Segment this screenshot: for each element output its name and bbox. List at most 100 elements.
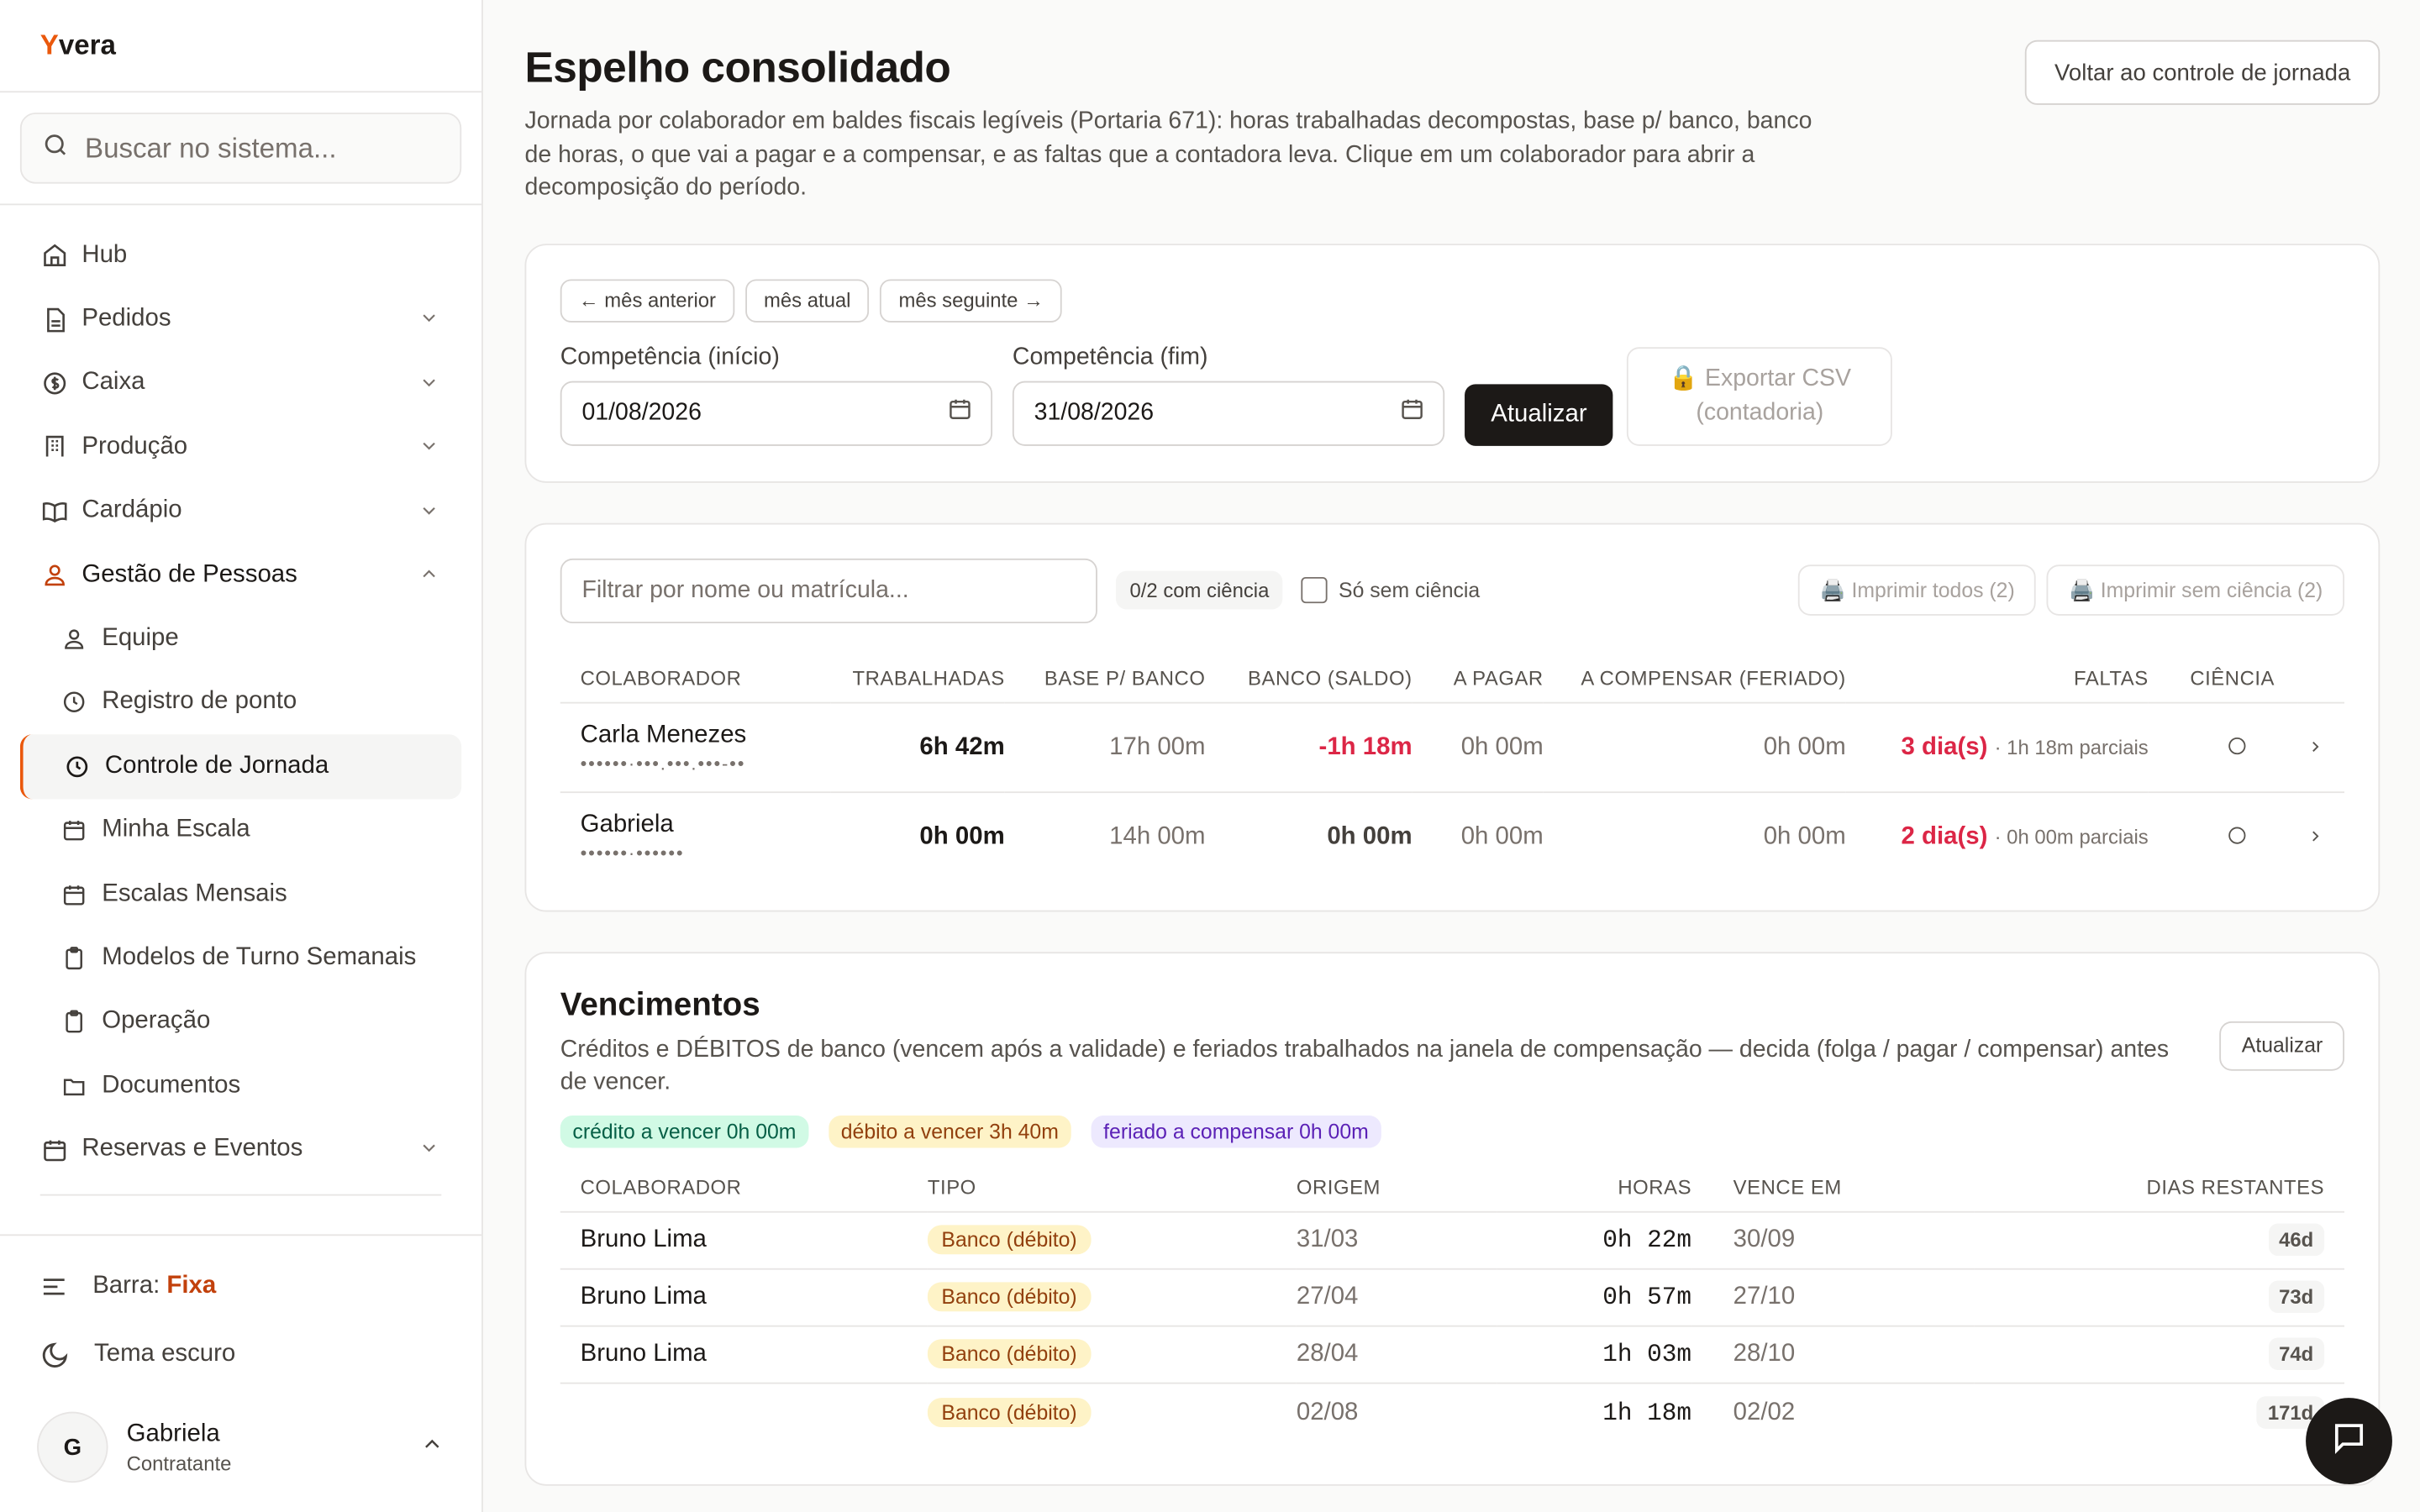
col-header[interactable]: VENCE EM	[1691, 1157, 1973, 1212]
col-header-empty	[2298, 644, 2344, 703]
checkbox-box[interactable]	[1301, 577, 1328, 604]
col-header[interactable]: ORIGEM	[1297, 1157, 1497, 1212]
nav-item-caixa[interactable]: Caixa	[20, 351, 461, 415]
base-hours: 17h 00m	[1004, 702, 1206, 793]
only-unacked-checkbox[interactable]: Só sem ciência	[1301, 577, 1480, 604]
nav-item-gestao-pessoas[interactable]: Gestão de Pessoas	[20, 543, 461, 606]
col-header[interactable]: TRABALHADAS	[830, 644, 1005, 703]
hours: 1h 18m	[1497, 1383, 1692, 1441]
col-header[interactable]: A COMPENSAR (FERIADO)	[1544, 644, 1846, 703]
current-month-button[interactable]: mês atual	[744, 279, 870, 323]
table-row[interactable]: Bruno Lima Banco (débito) 28/04 1h 03m 2…	[560, 1326, 2345, 1384]
nav-item-cardapio[interactable]: Cardápio	[20, 479, 461, 543]
absences: 2 dia(s)	[1901, 823, 1988, 851]
chat-button[interactable]	[2306, 1398, 2392, 1484]
nav-divider	[39, 1194, 442, 1196]
sidebar-item-equipe[interactable]: Equipe	[20, 606, 461, 670]
start-date-value: 01/08/2026	[581, 399, 702, 426]
theme-toggle[interactable]: Tema escuro	[0, 1320, 481, 1389]
origin-date: 02/08	[1296, 1383, 1497, 1441]
base-hours: 14h 00m	[1004, 791, 1206, 883]
sidebar-item-documentos[interactable]: Documentos	[20, 1054, 461, 1118]
nav-item-producao[interactable]: Produção	[20, 415, 461, 479]
col-header[interactable]: BASE P/ BANCO	[1005, 644, 1206, 703]
table-row[interactable]: Carla Menezes ••••••·•••.•••.•••-•• 6h 42…	[560, 702, 2345, 793]
calendar-icon	[60, 816, 88, 844]
calendar-icon	[40, 1136, 68, 1163]
employees-table: COLABORADOR TRABALHADAS BASE P/ BANCO BA…	[560, 644, 2345, 883]
ack-count-badge: 0/2 com ciência	[1115, 571, 1283, 611]
sidebar-item-escalas-mensais[interactable]: Escalas Mensais	[20, 863, 461, 927]
brand-logo[interactable]: Yvera	[0, 0, 482, 93]
bar-mode-toggle[interactable]: Barra: Fixa	[0, 1252, 481, 1320]
sidebar-item-minha-escala[interactable]: Minha Escala	[20, 799, 461, 863]
end-date-input[interactable]: 31/08/2026	[1012, 381, 1445, 446]
expirations-update-button[interactable]: Atualizar	[2220, 1021, 2345, 1071]
end-date-value: 31/08/2026	[1034, 399, 1155, 426]
col-header[interactable]: FALTAS	[1846, 644, 2149, 703]
col-header[interactable]: CIÊNCIA	[2149, 644, 2298, 703]
chevron-right-icon[interactable]	[2297, 791, 2345, 883]
col-header[interactable]: TIPO	[928, 1157, 1297, 1212]
table-row[interactable]: Gabriela ••••••·•••••• 0h 00m 14h 00m 0h …	[560, 791, 2345, 883]
table-row[interactable]: Bruno Lima Banco (débito) 27/04 0h 57m 2…	[560, 1268, 2345, 1327]
col-header[interactable]: BANCO (SALDO)	[1205, 644, 1412, 703]
employee-name: Bruno Lima	[560, 1326, 928, 1384]
employee-id: ••••••·•••.•••.•••-••	[580, 752, 746, 774]
back-to-journey-button[interactable]: Voltar ao controle de jornada	[2025, 39, 2381, 105]
print-unacked-button[interactable]: 🖨️ Imprimir sem ciência (2)	[2047, 564, 2345, 617]
table-row[interactable]: Banco (débito) 02/08 1h 18m 02/02 171d	[560, 1383, 2345, 1441]
sidebar-item-controle-jornada[interactable]: Controle de Jornada	[19, 734, 462, 799]
sidebar-item-registro-ponto[interactable]: Registro de ponto	[20, 670, 461, 734]
next-month-button[interactable]: mês seguinte →	[880, 279, 1063, 323]
type-badge: Banco (débito)	[927, 1340, 1092, 1370]
col-header[interactable]: A PAGAR	[1413, 644, 1544, 703]
user-menu[interactable]: G Gabriela Contratante	[0, 1401, 481, 1494]
hours: 0h 57m	[1497, 1268, 1692, 1327]
employee-name	[560, 1383, 928, 1441]
nav-label: Cardápio	[82, 496, 182, 524]
nav-item-hub[interactable]: Hub	[20, 223, 461, 287]
calendar-icon	[60, 880, 88, 908]
user-name: Gabriela	[126, 1420, 220, 1446]
clock-icon	[63, 753, 91, 780]
calendar-icon[interactable]	[1400, 397, 1424, 430]
nav-label: Registro de ponto	[102, 688, 297, 716]
to-pay: 0h 00m	[1412, 791, 1544, 883]
nav-label: Escalas Mensais	[102, 880, 287, 907]
col-header[interactable]: COLABORADOR	[560, 644, 830, 703]
chevron-right-icon[interactable]	[2297, 702, 2345, 793]
sidebar-footer: Barra: Fixa Tema escuro G Gabriela Contra…	[0, 1234, 482, 1512]
avatar: G	[37, 1411, 108, 1483]
calendar-icon[interactable]	[948, 397, 972, 430]
col-header[interactable]: COLABORADOR	[560, 1157, 928, 1212]
expirations-title: Vencimentos	[560, 987, 760, 1023]
holiday-tag: feriado a compensar 0h 00m	[1091, 1115, 1381, 1148]
start-date-input[interactable]: 01/08/2026	[560, 381, 993, 446]
building-icon	[40, 433, 68, 461]
folder-icon	[60, 1072, 88, 1100]
bank-balance: -1h 18m	[1205, 702, 1413, 793]
employee-filter-input[interactable]: Filtrar por nome ou matrícula...	[560, 558, 1097, 623]
sidebar-item-modelos-turno[interactable]: Modelos de Turno Semanais	[20, 927, 461, 990]
nav-item-pedidos[interactable]: Pedidos	[20, 287, 461, 351]
worked-hours: 6h 42m	[830, 702, 1005, 793]
start-date-label: Competência (início)	[560, 344, 780, 370]
nav-item-reservas-eventos[interactable]: Reservas e Eventos	[20, 1118, 461, 1182]
update-button[interactable]: Atualizar	[1465, 383, 1613, 446]
col-header[interactable]: DIAS RESTANTES	[1973, 1157, 2344, 1212]
col-header[interactable]: HORAS	[1497, 1157, 1691, 1212]
nav-label: Controle de Jornada	[104, 752, 329, 780]
nav-label: Reservas e Eventos	[82, 1136, 303, 1163]
employee-name: Bruno Lima	[560, 1211, 928, 1270]
due-date: 02/02	[1691, 1383, 1974, 1441]
sidebar-item-operacao[interactable]: Operação	[20, 990, 461, 1054]
chevron-down-icon	[418, 1138, 440, 1168]
days-remaining: 73d	[2268, 1281, 2325, 1314]
prev-month-button[interactable]: ← mês anterior	[560, 279, 735, 323]
table-row[interactable]: Bruno Lima Banco (débito) 31/03 0h 22m 3…	[560, 1211, 2345, 1270]
search-input[interactable]	[85, 132, 440, 165]
due-date: 27/10	[1691, 1268, 1974, 1327]
print-all-button[interactable]: 🖨️ Imprimir todos (2)	[1797, 564, 2037, 617]
export-csv-button[interactable]: 🔒 Exportar CSV (contadoria)	[1627, 346, 1893, 446]
